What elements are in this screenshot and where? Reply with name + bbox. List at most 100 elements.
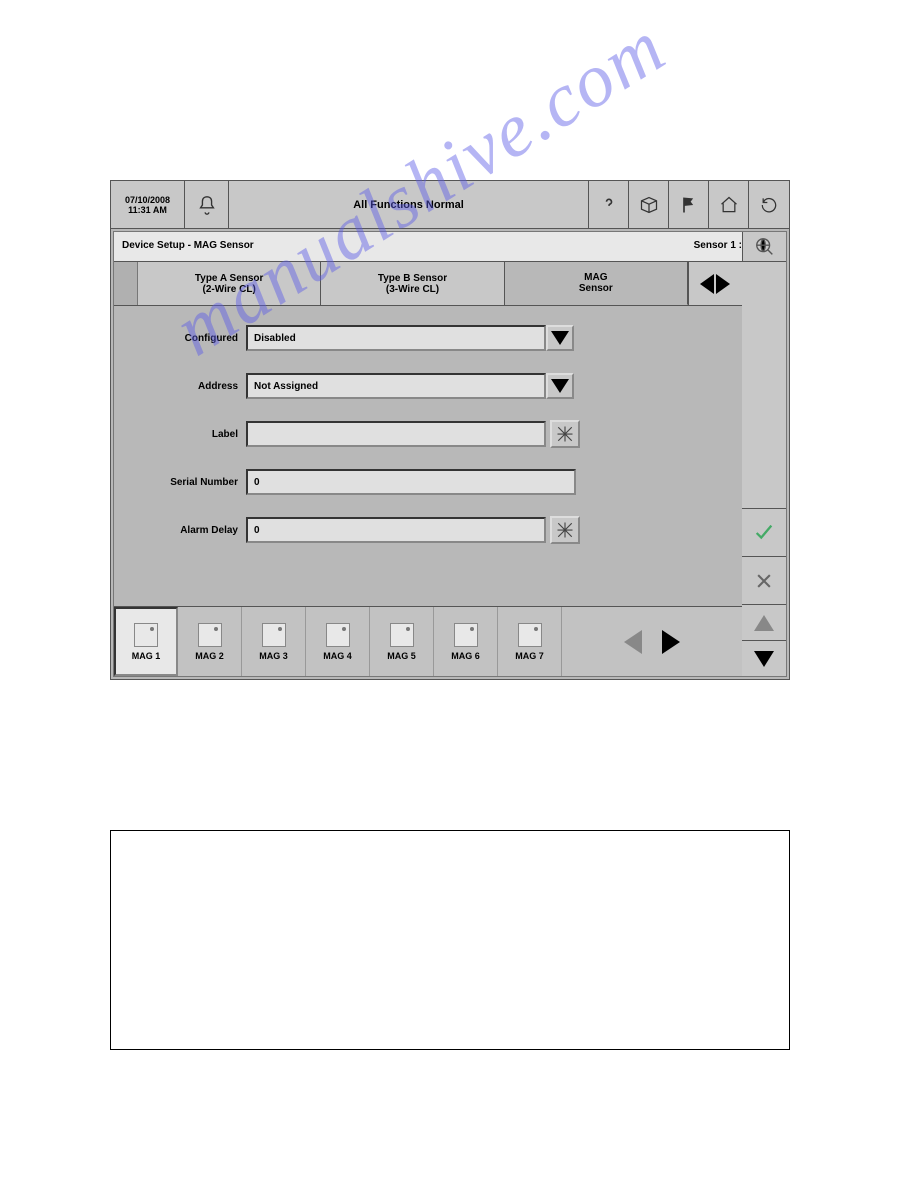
- serial-label: Serial Number: [126, 477, 246, 488]
- refresh-icon: [759, 195, 779, 215]
- mag-label-1: MAG 1: [132, 651, 161, 661]
- configured-dropdown[interactable]: Disabled: [246, 325, 546, 351]
- body-row: Type A Sensor (2-Wire CL) Type B Sensor …: [114, 262, 786, 676]
- box-icon: [639, 195, 659, 215]
- address-value: Not Assigned: [254, 381, 318, 392]
- row-delay: Alarm Delay 0: [126, 510, 730, 550]
- tab-c-line1: MAG: [584, 272, 607, 283]
- mag-label-4: MAG 4: [323, 651, 352, 661]
- delay-keypad-button[interactable]: [550, 516, 580, 544]
- mag-cell-7[interactable]: MAG 7: [498, 607, 562, 676]
- row-label: Label: [126, 414, 730, 454]
- mag-label-3: MAG 3: [259, 651, 288, 661]
- tab-b-line1: Type B Sensor: [378, 273, 447, 284]
- datetime-cell: 07/10/2008 11:31 AM: [111, 181, 185, 228]
- ok-button[interactable]: [742, 508, 786, 556]
- mag-icon: [198, 623, 222, 647]
- alarm-bell-button[interactable]: [185, 181, 229, 228]
- tab-c-line2: Sensor: [579, 283, 613, 294]
- tab-stub: [114, 262, 138, 305]
- inner-title: Device Setup - MAG Sensor: [114, 232, 682, 261]
- address-label: Address: [126, 381, 246, 392]
- serial-input[interactable]: 0: [246, 469, 576, 495]
- side-column: [742, 262, 786, 676]
- chevron-down-icon: [551, 379, 569, 393]
- tab-b-line2: (3-Wire CL): [386, 284, 439, 295]
- globe-search-icon: [754, 236, 776, 258]
- address-dropdown-arrow[interactable]: [546, 373, 574, 399]
- cancel-button[interactable]: [742, 556, 786, 604]
- address-dropdown[interactable]: Not Assigned: [246, 373, 546, 399]
- mag-cell-4[interactable]: MAG 4: [306, 607, 370, 676]
- serial-value: 0: [254, 477, 260, 488]
- check-icon: [753, 522, 775, 544]
- label-input[interactable]: [246, 421, 546, 447]
- inner-frame: Device Setup - MAG Sensor Sensor 1 : Typ…: [113, 231, 787, 677]
- side-spacer: [742, 262, 786, 508]
- package-button[interactable]: [629, 181, 669, 228]
- refresh-button[interactable]: [749, 181, 789, 228]
- help-icon: [599, 194, 619, 216]
- row-address: Address Not Assigned: [126, 366, 730, 406]
- mag-cell-5[interactable]: MAG 5: [370, 607, 434, 676]
- mag-label-2: MAG 2: [195, 651, 224, 661]
- up-button[interactable]: [742, 604, 786, 640]
- tab-mag[interactable]: MAG Sensor: [505, 262, 688, 305]
- search-button[interactable]: [742, 232, 786, 261]
- main-column: Type A Sensor (2-Wire CL) Type B Sensor …: [114, 262, 742, 676]
- mag-icon: [518, 623, 542, 647]
- row-serial: Serial Number 0: [126, 462, 730, 502]
- mag-cell-1[interactable]: MAG 1: [114, 607, 178, 676]
- top-toolbar: 07/10/2008 11:31 AM All Functions Normal: [111, 181, 789, 229]
- mag-cell-6[interactable]: MAG 6: [434, 607, 498, 676]
- mag-icon: [134, 623, 158, 647]
- date-text: 07/10/2008: [125, 195, 170, 205]
- mag-label-5: MAG 5: [387, 651, 416, 661]
- tab-prev-button[interactable]: [700, 274, 714, 294]
- device-setup-window: 07/10/2008 11:31 AM All Functions Normal…: [110, 180, 790, 680]
- tab-nav: [688, 262, 742, 305]
- home-button[interactable]: [709, 181, 749, 228]
- mag-nav: [562, 607, 742, 676]
- empty-frame: [110, 830, 790, 1050]
- keypad-icon: [556, 521, 574, 539]
- cross-icon: [754, 571, 774, 591]
- tab-next-button[interactable]: [716, 274, 730, 294]
- flag-button[interactable]: [669, 181, 709, 228]
- mag-icon: [390, 623, 414, 647]
- tab-a-line1: Type A Sensor: [195, 273, 264, 284]
- help-button[interactable]: [589, 181, 629, 228]
- configured-dropdown-arrow[interactable]: [546, 325, 574, 351]
- configured-label: Configured: [126, 333, 246, 344]
- time-text: 11:31 AM: [128, 205, 167, 215]
- mag-next-button[interactable]: [662, 630, 680, 654]
- tab-row: Type A Sensor (2-Wire CL) Type B Sensor …: [114, 262, 742, 306]
- mag-icon: [262, 623, 286, 647]
- tab-a-line2: (2-Wire CL): [203, 284, 256, 295]
- mag-prev-button[interactable]: [624, 630, 642, 654]
- row-configured: Configured Disabled: [126, 318, 730, 358]
- mag-icon: [454, 623, 478, 647]
- arrow-down-icon: [754, 651, 774, 667]
- mag-label-6: MAG 6: [451, 651, 480, 661]
- mag-selector-row: MAG 1 MAG 2 MAG 3 MAG 4: [114, 606, 742, 676]
- configured-value: Disabled: [254, 333, 296, 344]
- down-button[interactable]: [742, 640, 786, 676]
- label-label: Label: [126, 429, 246, 440]
- bell-icon: [196, 194, 218, 216]
- keypad-icon: [556, 425, 574, 443]
- home-icon: [719, 195, 739, 215]
- tab-type-a[interactable]: Type A Sensor (2-Wire CL): [138, 262, 321, 305]
- mag-label-7: MAG 7: [515, 651, 544, 661]
- sensor-indicator: Sensor 1 :: [682, 232, 742, 261]
- status-text: All Functions Normal: [229, 181, 589, 228]
- chevron-down-icon: [551, 331, 569, 345]
- mag-cell-2[interactable]: MAG 2: [178, 607, 242, 676]
- inner-titlebar: Device Setup - MAG Sensor Sensor 1 :: [114, 232, 786, 262]
- delay-input[interactable]: 0: [246, 517, 546, 543]
- mag-cell-3[interactable]: MAG 3: [242, 607, 306, 676]
- tab-type-b[interactable]: Type B Sensor (3-Wire CL): [321, 262, 504, 305]
- label-keypad-button[interactable]: [550, 420, 580, 448]
- arrow-up-icon: [754, 615, 774, 631]
- mag-icon: [326, 623, 350, 647]
